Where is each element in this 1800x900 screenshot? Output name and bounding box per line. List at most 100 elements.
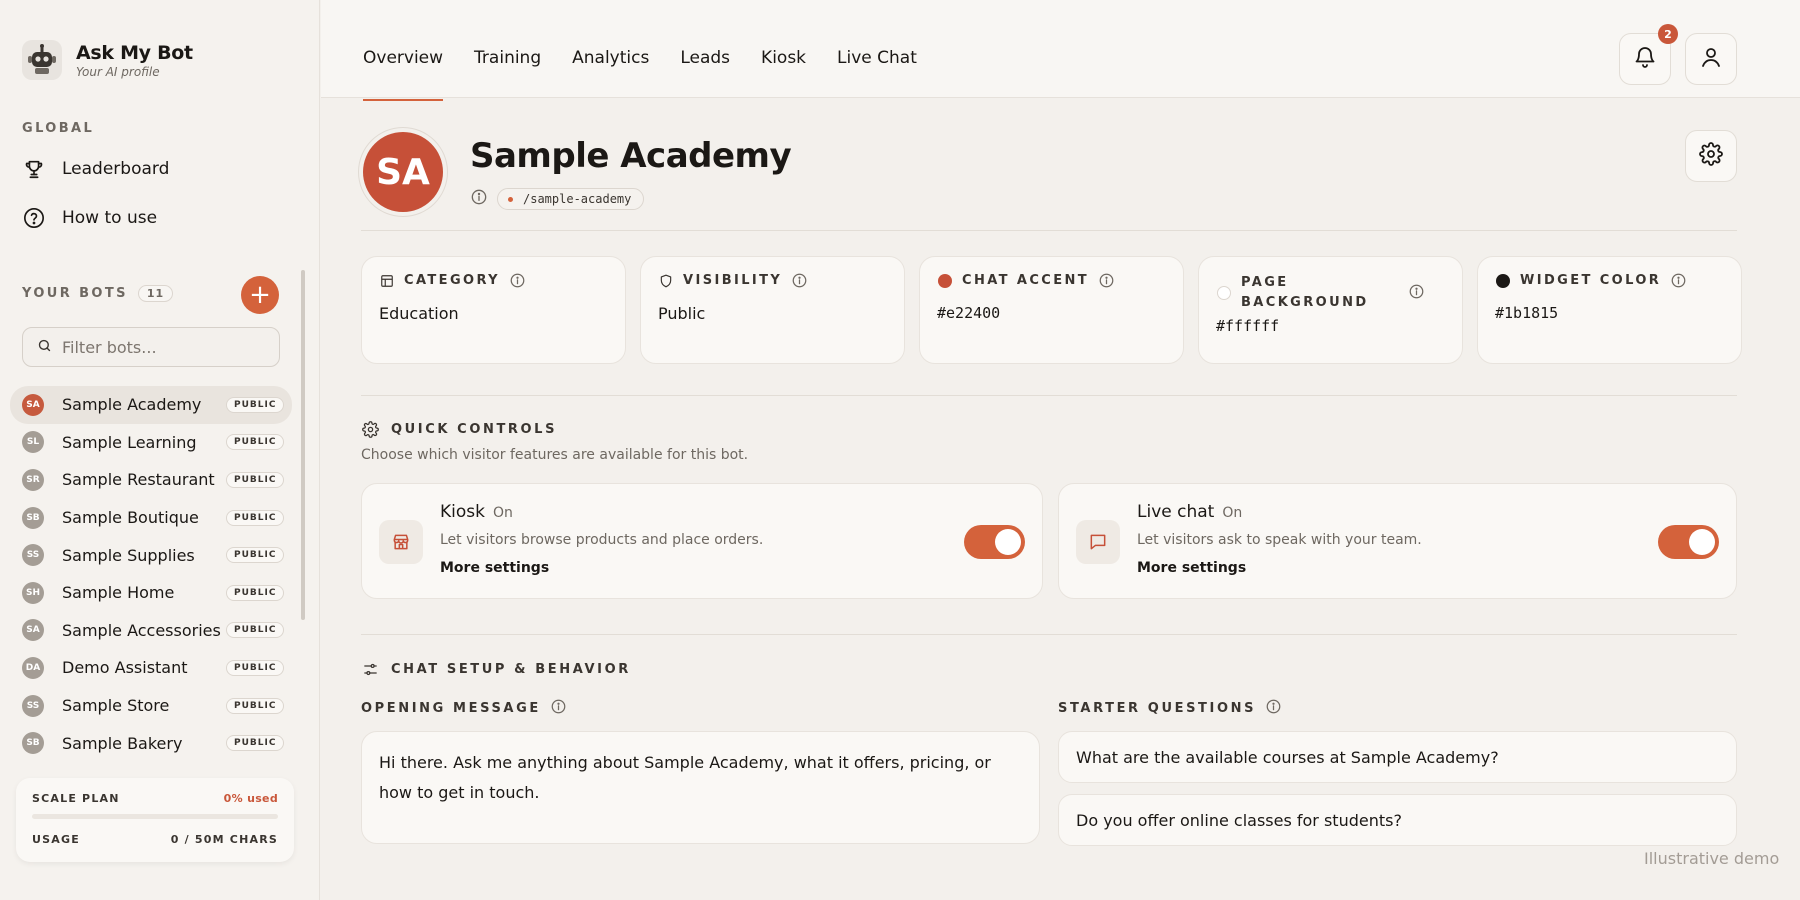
visibility-label: VISIBILITY	[683, 273, 783, 288]
info-icon[interactable]	[1266, 699, 1281, 718]
add-bot-button[interactable]: +	[241, 276, 279, 314]
bot-avatar: SA	[22, 619, 44, 642]
info-icon[interactable]	[1671, 273, 1686, 292]
info-icon[interactable]	[1099, 273, 1114, 292]
kiosk-more-settings-link[interactable]: More settings	[440, 560, 549, 576]
visibility-badge: PUBLIC	[226, 509, 285, 526]
bot-list-item[interactable]: SL Sample Learning PUBLIC	[10, 424, 292, 462]
kiosk-description: Let visitors browse products and place o…	[440, 532, 764, 548]
robot-logo-icon	[22, 40, 62, 80]
plan-name: SCALE PLAN	[32, 792, 120, 805]
info-icon[interactable]	[510, 273, 525, 292]
live-chat-toggle[interactable]	[1658, 525, 1719, 559]
widget-color-label: WIDGET COLOR	[1520, 273, 1662, 288]
bot-avatar: SA	[22, 393, 44, 416]
layout-icon	[379, 273, 395, 289]
bot-list-item[interactable]: SB Sample Bakery PUBLIC	[10, 724, 292, 762]
bot-name: Demo Assistant	[62, 658, 188, 678]
user-icon	[1699, 45, 1723, 73]
page-background-card[interactable]: PAGE BACKGROUND #ffffff	[1198, 256, 1463, 364]
brand-name: Ask My Bot	[76, 41, 193, 64]
gear-icon	[361, 420, 379, 438]
kiosk-control-card: Kiosk On Let visitors browse products and…	[361, 483, 1043, 599]
visibility-badge: PUBLIC	[226, 697, 285, 714]
bot-name: Sample Accessories	[62, 620, 221, 640]
nav-leaderboard[interactable]: Leaderboard	[22, 157, 169, 181]
chat-bubble-icon	[1076, 520, 1120, 564]
bot-avatar: SR	[22, 468, 44, 491]
starter-question-input[interactable]: What are the available courses at Sample…	[1058, 731, 1737, 783]
tab-training[interactable]: Training	[474, 48, 541, 68]
filter-bots-input[interactable]	[62, 337, 262, 357]
bot-name: Sample Store	[62, 696, 170, 716]
bot-list-item[interactable]: SS Sample Store PUBLIC	[10, 687, 292, 725]
sliders-icon	[361, 660, 379, 678]
your-bots-header: YOUR BOTS 11	[22, 285, 174, 302]
page-background-label: PAGE BACKGROUND	[1241, 275, 1369, 310]
page-background-value: #ffffff	[1216, 317, 1280, 335]
category-card[interactable]: CATEGORY Education	[361, 256, 626, 364]
bot-name: Sample Supplies	[62, 545, 195, 565]
brand[interactable]: Ask My Bot Your AI profile	[22, 40, 193, 80]
quick-controls-header: QUICK CONTROLS	[361, 420, 557, 438]
bot-name: Sample Academy	[62, 395, 202, 415]
top-nav: Overview Training Analytics Leads Kiosk …	[321, 0, 1800, 101]
profile-button[interactable]	[1685, 33, 1737, 85]
divider	[361, 634, 1737, 635]
tab-bar: Overview Training Analytics Leads Kiosk …	[363, 48, 948, 101]
visibility-badge: PUBLIC	[226, 622, 285, 639]
info-icon[interactable]	[1409, 284, 1424, 303]
kiosk-title: Kiosk	[440, 502, 485, 522]
nav-how-to-use[interactable]: How to use	[22, 206, 157, 230]
bot-list-item[interactable]: SH Sample Home PUBLIC	[10, 574, 292, 612]
bot-avatar: SL	[22, 431, 44, 454]
opening-message-textarea[interactable]: Hi there. Ask me anything about Sample A…	[361, 731, 1040, 844]
category-label: CATEGORY	[404, 273, 500, 288]
plus-icon: +	[249, 280, 271, 310]
bot-settings-button[interactable]	[1685, 130, 1737, 182]
visibility-card[interactable]: VISIBILITY Public	[640, 256, 905, 364]
kiosk-toggle[interactable]	[964, 525, 1025, 559]
bot-list-item[interactable]: SA Sample Accessories PUBLIC	[10, 612, 292, 650]
visibility-badge: PUBLIC	[226, 547, 285, 564]
notifications-button[interactable]: 2	[1619, 24, 1678, 85]
starter-question-input[interactable]: Do you offer online classes for students…	[1058, 794, 1737, 846]
status-dot	[508, 196, 513, 202]
bot-avatar: SS	[22, 694, 44, 717]
info-icon[interactable]	[792, 273, 807, 292]
info-icon[interactable]	[551, 699, 566, 718]
widget-color-card[interactable]: WIDGET COLOR #1b1815	[1477, 256, 1742, 364]
category-value: Education	[379, 304, 459, 323]
bot-list-item[interactable]: SS Sample Supplies PUBLIC	[10, 536, 292, 574]
quick-controls-title: QUICK CONTROLS	[391, 421, 558, 437]
store-icon	[379, 520, 423, 564]
trophy-icon	[22, 157, 46, 181]
visibility-badge: PUBLIC	[226, 434, 285, 451]
visibility-badge: PUBLIC	[226, 584, 285, 601]
bot-list-item[interactable]: SB Sample Boutique PUBLIC	[10, 499, 292, 537]
chat-accent-swatch	[938, 274, 952, 288]
visibility-badge: PUBLIC	[226, 659, 285, 676]
tab-analytics[interactable]: Analytics	[572, 48, 649, 68]
usage-progress-bar	[32, 814, 278, 819]
live-chat-more-settings-link[interactable]: More settings	[1137, 560, 1246, 576]
chat-accent-card[interactable]: CHAT ACCENT #e22400	[919, 256, 1184, 364]
bot-name: Sample Learning	[62, 432, 197, 452]
page-background-swatch	[1217, 286, 1231, 300]
starter-questions-label-row: STARTER QUESTIONS	[1058, 699, 1281, 718]
opening-message-label: OPENING MESSAGE	[361, 701, 541, 716]
bot-list-item[interactable]: DA Demo Assistant PUBLIC	[10, 649, 292, 687]
filter-bots-field[interactable]	[22, 327, 280, 367]
tab-live-chat[interactable]: Live Chat	[837, 48, 917, 68]
tab-overview[interactable]: Overview	[363, 48, 444, 101]
bot-list-item[interactable]: SA Sample Academy PUBLIC	[10, 386, 292, 424]
tab-leads[interactable]: Leads	[680, 48, 730, 68]
bot-avatar-large[interactable]: SA	[363, 132, 443, 212]
tab-kiosk[interactable]: Kiosk	[761, 48, 806, 68]
bot-slug-pill[interactable]: /sample-academy	[497, 188, 645, 210]
bot-list-item[interactable]: SR Sample Restaurant PUBLIC	[10, 461, 292, 499]
notification-count-badge: 2	[1658, 24, 1678, 44]
sidebar-scrollbar[interactable]	[301, 270, 305, 620]
info-icon[interactable]	[471, 189, 487, 209]
nav-how-to-use-label: How to use	[62, 208, 158, 228]
